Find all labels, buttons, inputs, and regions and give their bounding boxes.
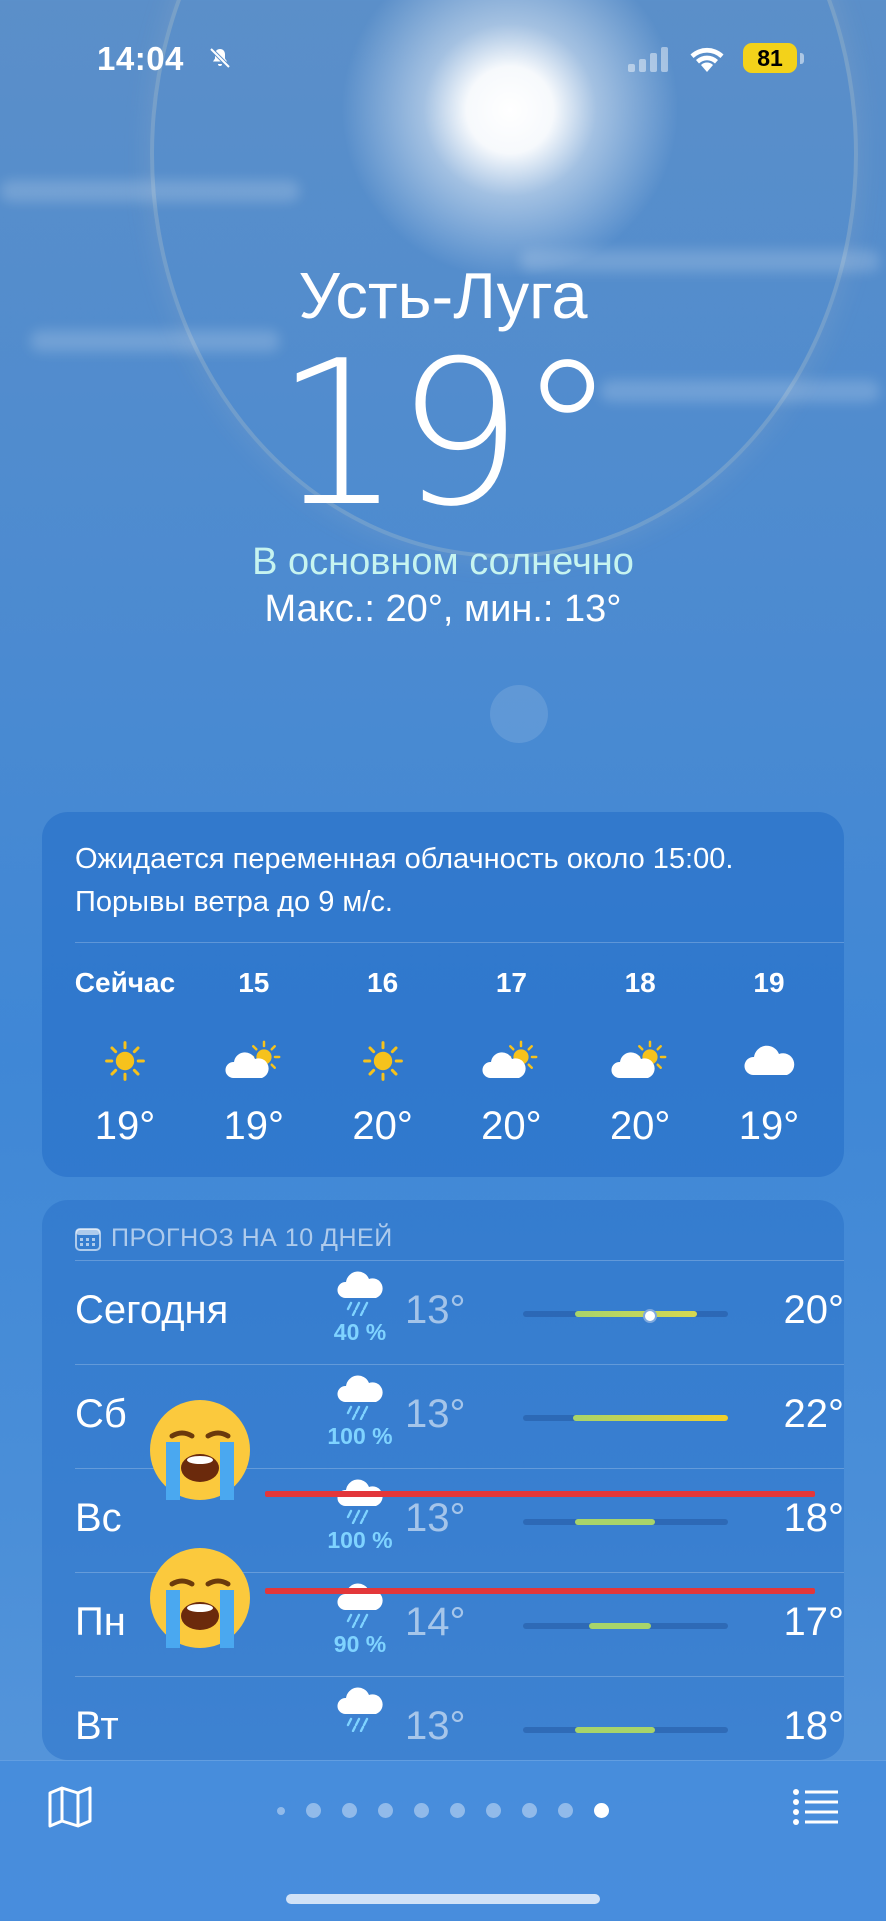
hour-item: Сейчас 19° xyxy=(62,967,188,1149)
divider xyxy=(75,942,844,943)
hour-temperature: 19° xyxy=(94,1104,156,1148)
hour-temperature: 19° xyxy=(223,1104,285,1148)
forecast-day-row[interactable]: Вт 13° 18° xyxy=(75,1676,844,1760)
day-label: Пн xyxy=(75,1600,126,1644)
low-temperature: 14° xyxy=(405,1600,466,1644)
low-temperature: 13° xyxy=(405,1288,466,1332)
page-indicator[interactable] xyxy=(0,1803,886,1818)
precip-chance: 100 % xyxy=(327,1423,393,1449)
page-dot[interactable] xyxy=(522,1803,537,1818)
page-dot[interactable] xyxy=(558,1803,573,1818)
hour-item: 16 20° xyxy=(320,967,446,1149)
bottom-toolbar xyxy=(0,1760,886,1921)
list-icon[interactable] xyxy=(792,1787,840,1827)
precip-chance: 40 % xyxy=(333,1319,387,1345)
sun-icon xyxy=(320,1031,446,1091)
cellular-signal-icon xyxy=(628,46,668,72)
temperature-range-bar xyxy=(523,1415,728,1421)
page-dot[interactable] xyxy=(378,1803,393,1818)
day-label: Вт xyxy=(75,1704,119,1748)
hour-label: 17 xyxy=(495,967,527,998)
page-dot[interactable] xyxy=(594,1803,609,1818)
partly-cloudy-icon xyxy=(448,1031,574,1091)
battery-indicator: 81 xyxy=(743,43,805,75)
low-temperature: 13° xyxy=(405,1496,466,1540)
red-annotation-line xyxy=(265,1491,815,1497)
battery-level: 81 xyxy=(743,43,797,73)
hour-item: 19 19° xyxy=(706,967,832,1149)
rain-cloud-icon xyxy=(300,1686,420,1735)
red-annotation-line xyxy=(265,1588,815,1594)
high-temperature: 18° xyxy=(783,1496,845,1540)
weather-condition: В основном солнечно xyxy=(252,541,634,583)
hourly-forecast-card[interactable]: Ожидается переменная облачность около 15… xyxy=(42,812,844,1177)
status-bar: 14:04 81 xyxy=(0,40,886,80)
status-time: 14:04 xyxy=(97,40,184,77)
cloud-icon xyxy=(706,1031,832,1091)
temperature-range-bar xyxy=(523,1519,728,1525)
current-temperature: 19° xyxy=(274,318,617,551)
hour-label: 16 xyxy=(367,967,399,998)
crying-face-emoji xyxy=(150,1400,250,1500)
hour-item: 17 20° xyxy=(448,967,574,1149)
hour-temperature: 20° xyxy=(609,1104,671,1148)
temperature-range-bar xyxy=(523,1309,728,1323)
hour-label: Сейчас xyxy=(74,967,176,998)
temperature-range-bar xyxy=(523,1623,728,1629)
temperature-range-bar xyxy=(523,1727,728,1733)
high-temperature: 20° xyxy=(783,1288,845,1332)
day-label: Вс xyxy=(75,1496,122,1540)
page-dot[interactable] xyxy=(414,1803,429,1818)
rain-cloud-icon: 100 % xyxy=(300,1374,420,1450)
lens-flare xyxy=(490,685,548,743)
home-indicator[interactable] xyxy=(286,1894,600,1904)
silent-bell-icon xyxy=(209,47,231,69)
day-label: Сегодня xyxy=(75,1288,229,1332)
temperature-range-fill xyxy=(575,1311,697,1317)
location-arrow-dot[interactable] xyxy=(277,1806,285,1815)
temperature-range-fill xyxy=(575,1727,655,1733)
day-label: Сб xyxy=(75,1392,127,1436)
partly-cloudy-icon xyxy=(577,1031,703,1091)
sun-icon xyxy=(62,1031,188,1091)
forecast-header-label: ПРОГНОЗ НА 10 ДНЕЙ xyxy=(111,1224,393,1252)
hour-label: 18 xyxy=(624,967,656,998)
hour-label: 19 xyxy=(753,967,785,998)
page-dot[interactable] xyxy=(342,1803,357,1818)
high-low-temperature: Макс.: 20°, мин.: 13° xyxy=(264,588,622,630)
hour-item: 15 19° xyxy=(191,967,317,1149)
low-temperature: 13° xyxy=(405,1392,466,1436)
partly-cloudy-icon xyxy=(191,1031,317,1091)
hour-temperature: 20° xyxy=(352,1104,413,1148)
precip-chance: 90 % xyxy=(333,1631,387,1657)
hour-label: 15 xyxy=(238,967,270,998)
temperature-range-fill xyxy=(575,1519,655,1525)
rain-cloud-icon: 40 % xyxy=(300,1270,420,1346)
calendar-icon xyxy=(75,1227,101,1251)
high-temperature: 17° xyxy=(783,1600,845,1644)
high-temperature: 22° xyxy=(783,1392,845,1436)
hour-item: 18 20° xyxy=(577,967,703,1149)
hour-temperature: 19° xyxy=(738,1104,800,1148)
wifi-icon xyxy=(690,47,724,72)
temperature-range-fill xyxy=(589,1623,651,1629)
high-temperature: 18° xyxy=(783,1704,845,1748)
hourly-list[interactable]: Сейчас 19° 15 19° 16 20° 17 20° 18 20° 19 19° xyxy=(62,967,832,1149)
current-temperature-dot xyxy=(643,1309,657,1323)
crying-face-emoji xyxy=(150,1548,250,1648)
low-temperature: 13° xyxy=(405,1704,466,1748)
cloud-streak xyxy=(0,180,300,202)
page-dot[interactable] xyxy=(486,1803,501,1818)
page-dot[interactable] xyxy=(306,1803,321,1818)
precip-chance: 100 % xyxy=(327,1527,393,1553)
temperature-range-fill xyxy=(573,1415,728,1421)
page-dot[interactable] xyxy=(450,1803,465,1818)
rain-cloud-icon: 100 % xyxy=(300,1478,420,1554)
forecast-day-row[interactable]: Сегодня 40 % 13° 20° xyxy=(75,1260,844,1364)
forecast-summary: Ожидается переменная облачность около 15… xyxy=(75,843,734,918)
forecast-header: ПРОГНОЗ НА 10 ДНЕЙ xyxy=(75,1224,393,1253)
hour-temperature: 20° xyxy=(481,1104,542,1148)
